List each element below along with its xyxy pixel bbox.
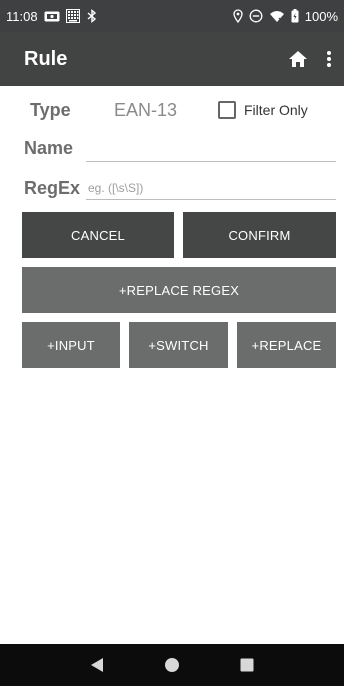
location-icon [233, 9, 243, 23]
status-time: 11:08 [6, 8, 38, 24]
app-bar: Rule [0, 32, 344, 86]
page-title: Rule [24, 47, 68, 70]
regex-input[interactable] [86, 176, 336, 200]
checkbox-box[interactable] [218, 101, 236, 119]
type-label: Type [30, 99, 71, 120]
type-row: Type EAN-13 Filter Only [30, 98, 340, 122]
app-bar-actions [288, 50, 332, 68]
status-left: 11:08 [6, 9, 98, 24]
replace-regex-button[interactable]: +REPLACE REGEX [22, 267, 336, 313]
wifi-icon [269, 10, 285, 23]
home-icon[interactable] [288, 50, 308, 68]
regex-label: RegEx [24, 178, 81, 198]
cancel-button[interactable]: CANCEL [22, 212, 174, 258]
navigation-bar [0, 644, 344, 686]
do-not-disturb-icon [249, 9, 263, 23]
type-value: EAN-13 [114, 99, 178, 120]
regex-row: RegEx [24, 176, 336, 202]
rule-form: Type EAN-13 Filter Only Name RegEx CANCE… [0, 86, 344, 644]
battery-percent: 100% [304, 8, 338, 24]
name-label: Name [24, 138, 74, 158]
add-replace-button[interactable]: +REPLACE [237, 322, 336, 368]
notification-icon [44, 11, 60, 22]
filter-only-checkbox[interactable]: Filter Only [218, 101, 308, 119]
add-input-button[interactable]: +INPUT [22, 322, 120, 368]
name-input[interactable] [86, 136, 336, 162]
battery-icon [291, 9, 299, 23]
name-row: Name [24, 136, 336, 164]
keyboard-icon [65, 9, 80, 23]
recents-icon[interactable] [240, 658, 254, 672]
confirm-button[interactable]: CONFIRM [183, 212, 336, 258]
bluetooth-icon [86, 9, 98, 23]
filter-only-label: Filter Only [244, 102, 308, 118]
add-switch-button[interactable]: +SWITCH [129, 322, 228, 368]
home-circle-icon[interactable] [164, 657, 180, 673]
back-icon[interactable] [90, 657, 104, 673]
status-bar: 11:08 100% [0, 0, 344, 32]
status-right: 100% [233, 9, 338, 24]
more-vert-icon[interactable] [326, 50, 332, 68]
